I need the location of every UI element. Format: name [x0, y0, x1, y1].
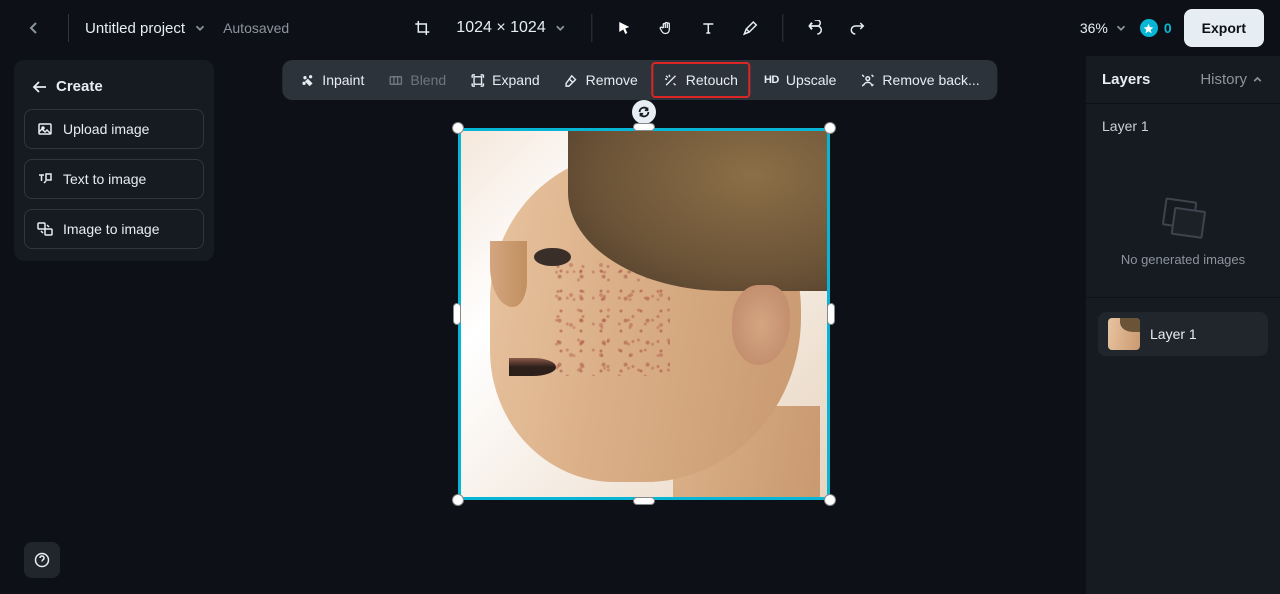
- canvas[interactable]: [458, 128, 830, 500]
- resize-handle-tr[interactable]: [824, 122, 836, 134]
- chevron-up-icon: [1251, 73, 1264, 86]
- canvas-image: [461, 131, 827, 497]
- export-button[interactable]: Export: [1184, 9, 1264, 47]
- image-to-image-button[interactable]: Image to image: [24, 209, 204, 249]
- expand-button[interactable]: Expand: [460, 64, 549, 96]
- chevron-down-icon: [554, 21, 568, 35]
- zoom-dropdown[interactable]: 36%: [1080, 20, 1128, 36]
- redo-button[interactable]: [840, 10, 876, 46]
- resize-handle-bottom[interactable]: [633, 497, 655, 505]
- retouch-icon: [664, 73, 679, 88]
- current-layer-label: Layer 1: [1086, 104, 1280, 140]
- text-icon: [701, 20, 717, 36]
- select-tool-button[interactable]: [607, 10, 643, 46]
- upload-image-icon: [37, 121, 53, 137]
- separator: [592, 14, 593, 42]
- hand-icon: [659, 20, 675, 36]
- resize-handle-tl[interactable]: [452, 122, 464, 134]
- resize-handle-br[interactable]: [824, 494, 836, 506]
- hd-icon: HD: [764, 74, 779, 86]
- autosaved-status: Autosaved: [223, 20, 289, 36]
- credits-display[interactable]: 0: [1140, 19, 1172, 37]
- project-name: Untitled project: [85, 20, 185, 37]
- remove-button[interactable]: Remove: [554, 64, 648, 96]
- credits-value: 0: [1164, 20, 1172, 36]
- zoom-value: 36%: [1080, 20, 1108, 36]
- inpaint-button[interactable]: Inpaint: [290, 64, 374, 96]
- resize-handle-right[interactable]: [827, 303, 835, 325]
- layer-item[interactable]: Layer 1: [1098, 312, 1268, 356]
- undo-icon: [808, 20, 824, 36]
- create-header[interactable]: Create: [24, 72, 204, 109]
- layers-panel: Layers History Layer 1 No generated imag…: [1086, 56, 1280, 594]
- layer-thumbnail: [1108, 318, 1140, 350]
- redo-icon: [850, 20, 866, 36]
- blend-icon: [388, 73, 403, 88]
- empty-images-icon: [1161, 197, 1206, 238]
- history-tab[interactable]: History: [1200, 71, 1264, 88]
- sync-icon: [637, 105, 651, 119]
- upscale-button[interactable]: HD Upscale: [754, 64, 846, 96]
- create-panel: Create Upload image Text to image Image …: [14, 60, 214, 261]
- canvas-frame[interactable]: [458, 128, 830, 500]
- expand-icon: [470, 73, 485, 88]
- layer-name: Layer 1: [1150, 326, 1197, 342]
- canvas-size-crop-button[interactable]: [404, 10, 440, 46]
- remove-background-button[interactable]: Remove back...: [850, 64, 989, 96]
- empty-state-text: No generated images: [1121, 252, 1245, 267]
- canvas-dimensions: 1024 × 1024: [456, 19, 545, 37]
- action-toolbar: Inpaint Blend Expand Remove Retouch HD U…: [282, 60, 997, 100]
- help-icon: [34, 552, 50, 568]
- pan-tool-button[interactable]: [649, 10, 685, 46]
- text-to-image-icon: [37, 171, 53, 187]
- project-name-dropdown[interactable]: Untitled project: [85, 20, 207, 37]
- chevron-down-icon: [193, 21, 207, 35]
- resize-handle-left[interactable]: [453, 303, 461, 325]
- inpaint-icon: [300, 73, 315, 88]
- crop-icon: [414, 20, 430, 36]
- chevron-down-icon: [1114, 21, 1128, 35]
- undo-button[interactable]: [798, 10, 834, 46]
- back-button[interactable]: [16, 10, 52, 46]
- image-to-image-icon: [37, 221, 53, 237]
- arrow-left-icon: [32, 79, 48, 95]
- brush-icon: [743, 20, 759, 36]
- upload-image-button[interactable]: Upload image: [24, 109, 204, 149]
- canvas-dimensions-dropdown[interactable]: 1024 × 1024: [446, 10, 577, 46]
- eraser-icon: [564, 73, 579, 88]
- remove-bg-icon: [860, 73, 875, 88]
- layers-tab[interactable]: Layers: [1102, 71, 1150, 88]
- separator: [68, 14, 69, 42]
- help-button[interactable]: [24, 542, 60, 578]
- blend-button: Blend: [378, 64, 456, 96]
- brush-tool-button[interactable]: [733, 10, 769, 46]
- chevron-left-icon: [26, 20, 42, 36]
- resize-handle-bl[interactable]: [452, 494, 464, 506]
- cursor-icon: [617, 20, 633, 36]
- empty-state: No generated images: [1086, 140, 1280, 298]
- separator: [783, 14, 784, 42]
- text-tool-button[interactable]: [691, 10, 727, 46]
- sync-button[interactable]: [632, 100, 656, 124]
- credits-icon: [1140, 19, 1158, 37]
- resize-handle-top[interactable]: [633, 123, 655, 131]
- retouch-button[interactable]: Retouch: [652, 62, 750, 98]
- text-to-image-button[interactable]: Text to image: [24, 159, 204, 199]
